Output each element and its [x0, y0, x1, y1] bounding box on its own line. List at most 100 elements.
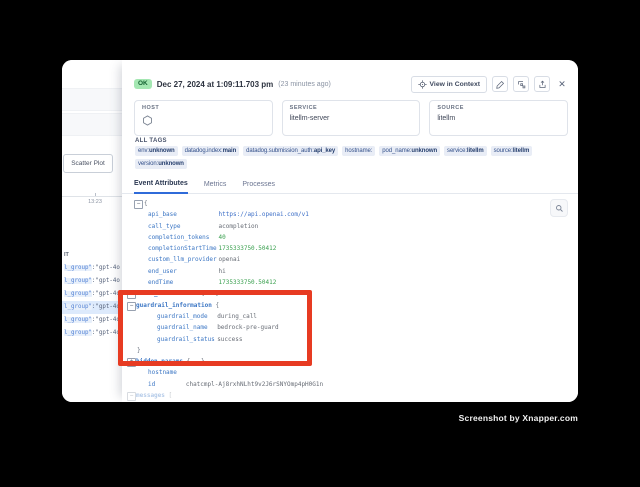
brace: {...} — [183, 358, 205, 365]
tag-key: hostname: — [345, 148, 372, 154]
log-list-row[interactable]: l_group":"gpt-4o — [62, 288, 122, 301]
tree-row-id: id chatcmpl-Aj8rxhNLht9v2J6rSNYOmp4pH0G1n — [122, 379, 578, 390]
attribute-value: 40 — [219, 232, 226, 243]
pencil-icon — [496, 80, 505, 89]
log-field: l_group" — [64, 278, 92, 284]
log-value: :"gpt-4o — [92, 317, 120, 323]
attribute-value: success — [217, 334, 242, 345]
event-side-panel: OK Dec 27, 2024 at 1:09:11.703 pm (23 mi… — [122, 60, 578, 402]
attribute-key: error_information — [136, 290, 197, 297]
tag-key: env: — [138, 148, 149, 154]
export-button[interactable] — [534, 76, 550, 92]
tab-event-attributes[interactable]: Event Attributes — [134, 180, 188, 194]
info-card-source: SOURCElitellm — [429, 100, 568, 136]
log-list-row[interactable]: l_group":"gpt-4o — [62, 275, 122, 288]
attribute-key: guardrail_mode — [157, 311, 208, 322]
card-value: litellm-server — [290, 115, 413, 122]
app-window: Scatter Plot 13:23 IT l_group":"gpt-4ol_… — [62, 60, 578, 402]
tag-value: litellm — [513, 148, 530, 154]
log-field: l_group" — [64, 265, 92, 271]
tag-value: unknown — [149, 148, 175, 154]
brace: {...} — [197, 290, 219, 297]
tree-row-hostname: hostname — [122, 367, 578, 378]
tag-chip[interactable]: version:unknown — [135, 159, 187, 169]
background-row — [62, 88, 122, 111]
log-list-row[interactable]: l_group":"gpt-4o — [62, 314, 122, 327]
tag-chip[interactable]: hostname: — [342, 146, 375, 156]
attribute-value: chatcmpl-Aj8rxhNLht9v2J6rSNYOmp4pH0G1n — [186, 379, 323, 390]
log-list-row[interactable]: l_group":"gpt-4o — [62, 262, 122, 275]
brace: { — [212, 302, 219, 309]
tree-row-guardrail_mode: guardrail_mode during_call — [122, 311, 578, 322]
log-field: l_group" — [64, 291, 92, 297]
toggle-collapse-icon[interactable]: − — [127, 302, 136, 311]
attribute-key: endTime — [148, 277, 173, 288]
toggle-collapse-icon[interactable]: − — [134, 200, 143, 209]
tree-row-hidden_params: +hidden_params {...} — [122, 356, 578, 367]
attribute-key: completionStartTime — [148, 243, 217, 254]
tag-value: api_key — [314, 148, 335, 154]
attribute-key: id — [148, 379, 155, 390]
toggle-collapse-icon[interactable]: − — [127, 392, 136, 401]
tag-chip[interactable]: pod_name:unknown — [379, 146, 440, 156]
toggle-expand-icon[interactable]: + — [127, 358, 136, 367]
background-page: Scatter Plot 13:23 IT l_group":"gpt-4ol_… — [62, 60, 122, 402]
view-in-context-button[interactable]: View in Context — [411, 76, 487, 93]
log-value: :"gpt-4o — [92, 291, 120, 297]
log-value: :"gpt-4o — [92, 304, 120, 310]
attribute-key: api_base — [148, 209, 177, 220]
log-field: l_group" — [64, 330, 92, 336]
panel-header: OK Dec 27, 2024 at 1:09:11.703 pm (23 mi… — [134, 74, 569, 94]
log-field: l_group" — [64, 304, 92, 310]
tree-row: −{ — [122, 198, 578, 209]
tag-chip[interactable]: source:litellm — [491, 146, 533, 156]
tag-key: pod_name: — [382, 148, 411, 154]
event-timestamp: Dec 27, 2024 at 1:09:11.703 pm — [157, 80, 274, 89]
tag-chip[interactable]: service:litellm — [444, 146, 487, 156]
tags-row: env:unknown datadog.index:maindatadog.sub… — [135, 146, 570, 169]
relative-time: (23 minutes ago) — [278, 81, 331, 88]
log-list-row[interactable]: l_group":"gpt-4o — [62, 301, 122, 314]
export-icon — [538, 80, 547, 89]
attribute-value: bedrock-pre-guard — [217, 322, 278, 333]
close-icon: ✕ — [558, 79, 566, 90]
tab-bar: Event Attributes Metrics Processes — [122, 176, 578, 194]
tree-row-guardrail_status: guardrail_statussuccess — [122, 334, 578, 345]
hexagon-icon — [142, 113, 265, 131]
close-brace: } — [137, 345, 141, 356]
attribute-key: end_user — [148, 266, 177, 277]
attribute-key: completion_tokens — [148, 232, 209, 243]
log-value: :"gpt-4o — [92, 278, 120, 284]
attribute-key: custom_llm_provider — [148, 254, 217, 265]
attribute-value: during_call — [217, 311, 257, 322]
tab-metrics[interactable]: Metrics — [204, 181, 227, 193]
tree-row-api_base: api_base https://api.openai.com/v1 — [122, 209, 578, 220]
tab-processes[interactable]: Processes — [242, 181, 275, 193]
log-value: :"gpt-4o — [92, 330, 120, 336]
attribute-value: 1735333750.50412 — [219, 243, 277, 254]
status-badge: OK — [134, 79, 152, 90]
related-traces-icon — [517, 80, 526, 89]
attribute-key: hostname — [148, 367, 177, 378]
log-list-row[interactable]: l_group":"gpt-4o — [62, 327, 122, 340]
crosshair-icon — [418, 80, 427, 89]
tag-key: version: — [138, 161, 158, 167]
tag-chip[interactable]: datadog.index:main — [182, 146, 240, 156]
related-traces-button[interactable] — [513, 76, 529, 92]
time-axis-tick-label: 13:23 — [82, 199, 108, 205]
toggle-expand-icon[interactable]: + — [127, 290, 136, 299]
tag-value: litellm — [467, 148, 484, 154]
edit-button[interactable] — [492, 76, 508, 92]
attribute-key: messages — [136, 392, 165, 399]
tree-row-end_user: end_userhi — [122, 266, 578, 277]
time-axis-tickmark — [95, 193, 96, 196]
tag-chip[interactable]: datadog.submission_auth:api_key — [243, 146, 338, 156]
tag-chip[interactable]: env:unknown — [135, 146, 178, 156]
scatter-plot-button[interactable]: Scatter Plot — [63, 154, 113, 173]
info-card-host: HOST — [134, 100, 273, 136]
tree-row-guardrail_name: guardrail_namebedrock-pre-guard — [122, 322, 578, 333]
all-tags-label: ALL TAGS — [135, 138, 167, 144]
attribute-value[interactable]: https://api.openai.com/v1 — [219, 209, 309, 220]
watermark: Screenshot by Xnapper.com — [459, 413, 578, 423]
close-button[interactable]: ✕ — [555, 76, 569, 92]
